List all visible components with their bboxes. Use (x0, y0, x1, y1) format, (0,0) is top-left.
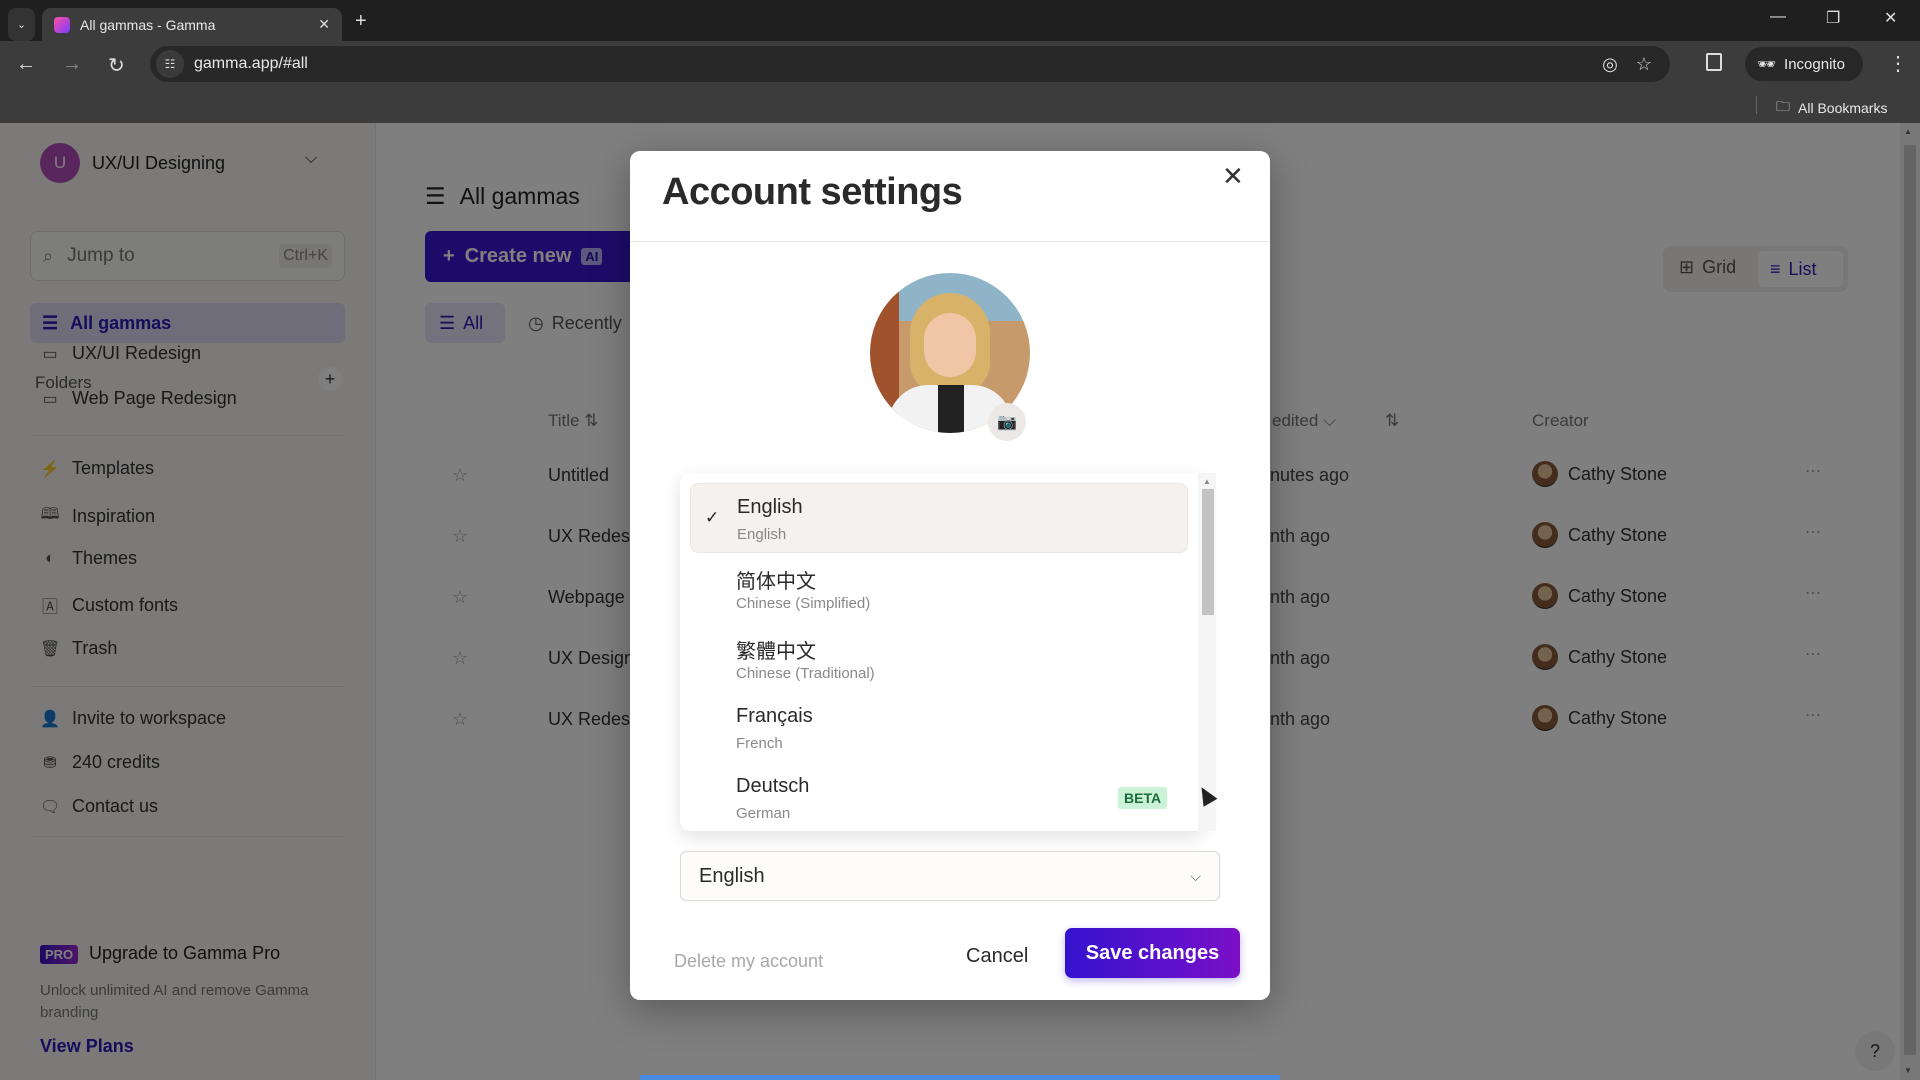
incognito-icon: 🕶 (1757, 56, 1777, 73)
app-viewport: U UX/UI Designing ⌵ ⌕ Jump to Ctrl+K ☰ A… (0, 123, 1920, 1080)
language-native: Français (736, 705, 813, 727)
delete-account-button[interactable]: Delete my account (674, 951, 823, 972)
language-english: English (737, 526, 787, 543)
language-native: 简体中文 (736, 571, 816, 593)
browser-menu-icon[interactable]: ⋮ (1888, 51, 1908, 76)
language-select[interactable]: English ⌵ (680, 851, 1220, 901)
modal-divider (630, 241, 1270, 242)
language-native: English (737, 496, 803, 518)
language-option[interactable]: ✓ English English (690, 483, 1188, 553)
incognito-label: Incognito (1784, 55, 1845, 73)
bookmark-star-icon[interactable]: ☆ (1636, 54, 1652, 75)
avatar-shirt (938, 385, 964, 433)
bookmarks-bar: 🗀 All Bookmarks (0, 88, 1920, 123)
language-option[interactable]: Deutsch German BETA (690, 763, 1188, 831)
tab-search-button[interactable]: ⌄ (8, 8, 35, 41)
browser-tab[interactable]: All gammas - Gamma ✕ (42, 8, 342, 41)
browser-toolbar: ← → ↻ ☷ gamma.app/#all ◎ ☆ 🕶 Incognito ⋮ (0, 41, 1920, 88)
language-english: German (736, 805, 791, 822)
account-settings-modal: Account settings ✕ 📷 ✓ English English 简… (630, 151, 1270, 1000)
close-window-button[interactable]: ✕ (1884, 8, 1897, 28)
language-list-scrollbar[interactable]: ▲ (1198, 473, 1216, 831)
address-bar[interactable]: ☷ gamma.app/#all ◎ ☆ (150, 46, 1670, 82)
language-native: Deutsch (736, 775, 810, 797)
scroll-up-arrow-icon[interactable]: ▲ (1203, 477, 1211, 486)
language-english: Chinese (Traditional) (736, 665, 875, 682)
reload-icon[interactable]: ↻ (108, 53, 125, 78)
modal-title: Account settings (662, 171, 963, 213)
avatar-face (924, 313, 976, 377)
gamma-favicon-icon (54, 16, 70, 33)
browser-tabstrip: ⌄ All gammas - Gamma ✕ + — ❐ ✕ (0, 0, 1920, 41)
progress-bar (640, 1075, 1280, 1080)
check-icon: ✓ (705, 508, 720, 527)
all-bookmarks-button[interactable]: 🗀 All Bookmarks (1776, 96, 1887, 120)
camera-icon[interactable]: 📷 (988, 403, 1026, 441)
bookmarks-divider (1756, 96, 1757, 114)
chevron-down-icon: ⌵ (1190, 867, 1201, 884)
beta-badge: BETA (1118, 787, 1168, 809)
language-option[interactable]: 简体中文 Chinese (Simplified) (690, 553, 1188, 623)
language-option[interactable]: Français French (690, 693, 1188, 763)
language-native: 繁體中文 (736, 641, 816, 663)
language-option[interactable]: 繁體中文 Chinese (Traditional) (690, 623, 1188, 693)
forward-icon[interactable]: → (62, 53, 82, 76)
back-icon[interactable]: ← (16, 53, 36, 76)
tracking-protection-icon[interactable]: ◎ (1602, 54, 1618, 75)
site-info-icon[interactable]: ☷ (156, 50, 184, 78)
scrollbar-thumb[interactable] (1202, 489, 1214, 615)
side-panel-icon[interactable] (1706, 53, 1722, 71)
close-icon[interactable]: ✕ (1222, 161, 1244, 192)
new-tab-button[interactable]: + (355, 10, 367, 33)
minimize-button[interactable]: — (1770, 8, 1786, 26)
save-changes-button[interactable]: Save changes (1065, 928, 1240, 978)
language-dropdown-list: ✓ English English 简体中文 Chinese (Simplifi… (680, 473, 1204, 831)
all-bookmarks-label: All Bookmarks (1798, 100, 1888, 116)
folder-icon: 🗀 (1776, 98, 1790, 114)
tab-title: All gammas - Gamma (80, 16, 216, 33)
cancel-button[interactable]: Cancel (966, 945, 1028, 968)
language-select-value: English (699, 864, 765, 887)
language-english: Chinese (Simplified) (736, 595, 871, 612)
close-tab-icon[interactable]: ✕ (318, 16, 330, 33)
incognito-indicator[interactable]: 🕶 Incognito (1745, 47, 1863, 81)
url-text[interactable]: gamma.app/#all (194, 55, 1602, 73)
language-english: French (736, 735, 783, 752)
restore-button[interactable]: ❐ (1826, 8, 1840, 28)
